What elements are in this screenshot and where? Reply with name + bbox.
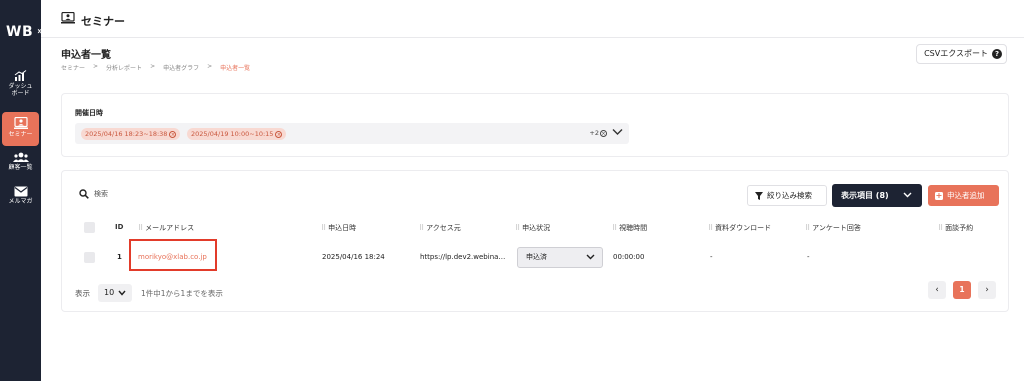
display-columns-label: 表示項目 (8) bbox=[841, 191, 889, 200]
sidebar-item-mailmag[interactable]: メルマガ bbox=[0, 184, 41, 218]
app-logo[interactable]: WB bbox=[6, 24, 33, 40]
cell-access-source: https://lp.dev2.webina… bbox=[420, 253, 506, 261]
plus-icon: + bbox=[935, 190, 943, 200]
filter-card: 開催日時 2025/04/16 18:23~18:38 × 2025/04/19 … bbox=[61, 93, 1009, 157]
show-label: 表示 bbox=[75, 288, 90, 298]
breadcrumb-item[interactable]: 分析レポート bbox=[106, 63, 142, 72]
prev-page-button[interactable]: ‹ bbox=[928, 281, 946, 299]
top-bar: セミナー bbox=[41, 0, 1024, 38]
page-title: 申込者一覧 bbox=[61, 50, 111, 61]
column-header-watch-time[interactable]: ⠿ 視聴時間 bbox=[612, 223, 647, 233]
column-header-access-source[interactable]: ⠿ アクセス元 bbox=[419, 223, 461, 233]
filter-chip[interactable]: 2025/04/16 18:23~18:38 × bbox=[81, 128, 181, 140]
sidebar-item-label: ダッシュ bbox=[8, 83, 33, 90]
page-size-control: 表示 10 1件中1から1までを表示 bbox=[75, 284, 223, 302]
filter-chip-label: 2025/04/16 18:23~18:38 bbox=[85, 130, 168, 138]
email-link[interactable]: morikyo@xlab.co.jp bbox=[138, 253, 207, 261]
sidebar-item-label: メルマガ bbox=[8, 198, 33, 205]
drag-handle-icon[interactable]: ⠿ bbox=[805, 224, 810, 232]
chevron-down-icon bbox=[118, 290, 126, 296]
search-icon bbox=[79, 189, 89, 199]
clear-icon[interactable]: × bbox=[600, 130, 607, 137]
help-icon[interactable]: ? bbox=[992, 49, 1002, 59]
drag-handle-icon[interactable]: ⠿ bbox=[938, 224, 943, 232]
breadcrumb-separator: > bbox=[207, 63, 213, 70]
drag-handle-icon[interactable]: ⠿ bbox=[138, 224, 143, 232]
chevron-down-icon[interactable] bbox=[612, 128, 623, 136]
status-select[interactable]: 申込済 bbox=[517, 247, 603, 268]
sidebar: WB » ダッシュ ボード セミナー 顧客一覧 メルマガ bbox=[0, 0, 43, 381]
column-header-download[interactable]: ⠿ 資料ダウンロード bbox=[708, 223, 771, 233]
cell-survey: - bbox=[807, 253, 810, 261]
column-header-email[interactable]: ⠿ メールアドレス bbox=[138, 223, 194, 233]
filter-chip[interactable]: 2025/04/19 10:00~10:15 × bbox=[187, 128, 287, 140]
breadcrumb: セミナー > 分析レポート > 申込者グラフ > 申込者一覧 bbox=[61, 63, 250, 72]
presentation-icon bbox=[61, 12, 75, 24]
column-header-status[interactable]: ⠿ 申込状況 bbox=[515, 223, 550, 233]
cell-applied-at: 2025/04/16 18:24 bbox=[322, 253, 385, 261]
breadcrumb-separator: > bbox=[93, 63, 99, 70]
per-page-value: 10 bbox=[104, 288, 115, 297]
sidebar-item-customers[interactable]: 顧客一覧 bbox=[0, 150, 41, 184]
column-header-meeting[interactable]: ⠿ 面談予約 bbox=[938, 223, 973, 233]
more-chips-count[interactable]: +2 × bbox=[589, 129, 607, 137]
funnel-icon bbox=[755, 191, 763, 200]
csv-export-label: CSVエクスポート bbox=[924, 49, 988, 58]
breadcrumb-separator: > bbox=[150, 63, 156, 70]
section-title: セミナー bbox=[81, 15, 125, 28]
drag-handle-icon[interactable]: ⠿ bbox=[612, 224, 617, 232]
mail-icon bbox=[14, 186, 27, 197]
column-header-id[interactable]: ID bbox=[115, 223, 123, 231]
close-icon[interactable]: × bbox=[169, 131, 177, 138]
cell-watch-time: 00:00:00 bbox=[613, 253, 645, 261]
page-1-button[interactable]: 1 bbox=[953, 281, 971, 299]
next-page-button[interactable]: › bbox=[978, 281, 996, 299]
select-all-checkbox[interactable] bbox=[84, 222, 95, 233]
search-input[interactable] bbox=[94, 187, 294, 201]
presentation-icon bbox=[13, 117, 28, 129]
csv-export-button[interactable]: CSVエクスポート ? bbox=[916, 44, 1007, 64]
status-value: 申込済 bbox=[526, 253, 547, 261]
chevron-down-icon bbox=[903, 192, 912, 198]
breadcrumb-item[interactable]: セミナー bbox=[61, 63, 85, 72]
column-header-survey[interactable]: ⠿ アンケート回答 bbox=[805, 223, 861, 233]
breadcrumb-current: 申込者一覧 bbox=[220, 65, 251, 72]
filter-search-label: 絞り込み検索 bbox=[767, 191, 812, 200]
date-filter-select[interactable]: 2025/04/16 18:23~18:38 × 2025/04/19 10:00… bbox=[75, 123, 629, 144]
sidebar-item-dashboard[interactable]: ダッシュ ボード bbox=[0, 68, 41, 102]
cell-id: 1 bbox=[117, 253, 122, 261]
per-page-select[interactable]: 10 bbox=[98, 284, 132, 302]
drag-handle-icon[interactable]: ⠿ bbox=[321, 224, 326, 232]
sidebar-item-label: セミナー bbox=[8, 131, 33, 138]
drag-handle-icon[interactable]: ⠿ bbox=[419, 224, 424, 232]
sidebar-item-seminar[interactable]: セミナー bbox=[2, 112, 39, 146]
sidebar-item-label: ボード bbox=[11, 90, 30, 97]
add-applicant-button[interactable]: + 申込者追加 bbox=[928, 185, 999, 206]
close-icon[interactable]: × bbox=[275, 131, 283, 138]
cell-download: - bbox=[710, 253, 713, 261]
column-header-applied-at[interactable]: ⠿ 申込日時 bbox=[321, 223, 356, 233]
display-columns-button[interactable]: 表示項目 (8) bbox=[832, 184, 922, 207]
applicants-table-card: 絞り込み検索 表示項目 (8) + 申込者追加 ID ⠿メールアドレス ⠿申込日… bbox=[61, 170, 1009, 312]
sidebar-item-label: 顧客一覧 bbox=[8, 164, 33, 171]
breadcrumb-item[interactable]: 申込者グラフ bbox=[163, 63, 199, 72]
chart-icon bbox=[14, 70, 27, 81]
drag-handle-icon[interactable]: ⠿ bbox=[515, 224, 520, 232]
filter-chip-label: 2025/04/19 10:00~10:15 bbox=[191, 130, 274, 138]
filter-search-button[interactable]: 絞り込み検索 bbox=[747, 185, 827, 206]
row-checkbox[interactable] bbox=[84, 252, 95, 263]
drag-handle-icon[interactable]: ⠿ bbox=[708, 224, 713, 232]
add-applicant-label: 申込者追加 bbox=[947, 191, 985, 200]
chevron-down-icon bbox=[586, 254, 595, 260]
filter-label: 開催日時 bbox=[75, 109, 103, 117]
range-text: 1件中1から1までを表示 bbox=[141, 288, 223, 298]
main-content: セミナー 申込者一覧 セミナー > 分析レポート > 申込者グラフ > 申込者一… bbox=[41, 0, 1024, 381]
users-icon bbox=[12, 152, 29, 162]
more-chips-label: +2 bbox=[589, 129, 599, 137]
